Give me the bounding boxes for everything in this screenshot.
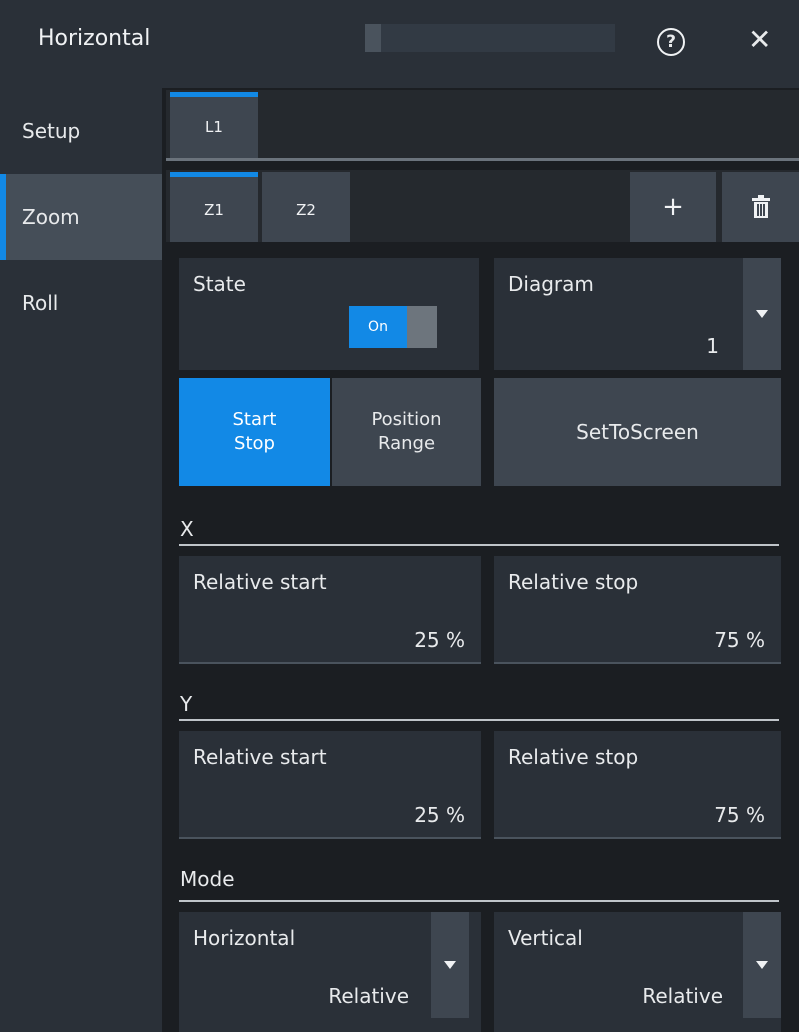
toggle-on-label: On: [349, 306, 407, 348]
position-range-line1: Position: [371, 409, 442, 430]
mode-section-title: Mode: [180, 867, 235, 891]
x-relative-start-value: 25 %: [414, 628, 465, 652]
horizontal-mode-label: Horizontal: [193, 926, 296, 950]
tab-z1[interactable]: Z1: [170, 172, 258, 242]
start-stop-line2: Stop: [234, 433, 275, 454]
x-relative-stop-label: Relative stop: [508, 570, 639, 594]
divider: [179, 544, 779, 546]
layout-tab-bar: L1: [166, 90, 799, 158]
vertical-mode-dropdown-button[interactable]: [743, 912, 781, 1018]
diagram-field[interactable]: Diagram 1: [494, 258, 781, 370]
position-range-line2: Range: [377, 433, 436, 454]
divider: [179, 719, 779, 721]
field-underline: [494, 662, 781, 664]
y-relative-start-value: 25 %: [414, 803, 465, 827]
dialog-title: Horizontal: [38, 26, 151, 51]
horizontal-mode-field[interactable]: Horizontal Relative: [179, 912, 481, 1032]
horizontal-mode-dropdown-button[interactable]: [431, 912, 469, 1018]
y-relative-stop-value: 75 %: [714, 803, 765, 827]
x-relative-stop-value: 75 %: [714, 628, 765, 652]
vertical-mode-value: Relative: [642, 984, 723, 1008]
state-field: State On: [179, 258, 479, 370]
diagram-dropdown-button[interactable]: [743, 258, 781, 370]
toggle-knob: [407, 306, 437, 348]
drag-handle[interactable]: [365, 24, 615, 52]
vertical-mode-label: Vertical: [508, 926, 583, 950]
x-relative-start-field[interactable]: Relative start 25 %: [179, 556, 481, 664]
start-stop-button[interactable]: Start Stop: [179, 378, 330, 486]
set-to-screen-button[interactable]: SetToScreen: [494, 378, 781, 486]
add-zoom-button[interactable]: +: [630, 172, 716, 242]
diagram-label: Diagram: [508, 272, 594, 296]
x-relative-start-label: Relative start: [193, 570, 327, 594]
close-icon[interactable]: ✕: [748, 24, 771, 56]
y-section-title: Y: [180, 692, 193, 716]
delete-zoom-button[interactable]: [722, 172, 799, 242]
position-range-button[interactable]: Position Range: [332, 378, 481, 486]
vertical-mode-field[interactable]: Vertical Relative: [494, 912, 781, 1032]
start-stop-line1: Start: [232, 409, 277, 430]
drag-grip-icon: [365, 24, 381, 52]
divider: [166, 158, 799, 161]
x-relative-stop-field[interactable]: Relative stop 75 %: [494, 556, 781, 664]
plus-icon: +: [662, 192, 684, 222]
sidebar-item-roll[interactable]: Roll: [0, 260, 162, 346]
field-underline: [494, 837, 781, 839]
tab-l1[interactable]: L1: [170, 92, 258, 158]
state-toggle[interactable]: On: [349, 306, 437, 348]
field-underline: [179, 662, 481, 664]
y-relative-stop-field[interactable]: Relative stop 75 %: [494, 731, 781, 839]
help-icon[interactable]: ?: [657, 28, 685, 56]
x-section-title: X: [180, 517, 194, 541]
sidebar: Setup Zoom Roll: [0, 88, 162, 1032]
horizontal-mode-value: Relative: [328, 984, 409, 1008]
trash-icon: [752, 195, 770, 218]
diagram-value: 1: [706, 334, 719, 358]
y-relative-start-field[interactable]: Relative start 25 %: [179, 731, 481, 839]
tab-z2[interactable]: Z2: [262, 172, 350, 242]
y-relative-stop-label: Relative stop: [508, 745, 639, 769]
field-underline: [179, 837, 481, 839]
y-relative-start-label: Relative start: [193, 745, 327, 769]
sidebar-item-setup[interactable]: Setup: [0, 88, 162, 174]
state-label: State: [193, 272, 246, 296]
zoom-tab-bar: Z1 Z2 +: [166, 170, 799, 242]
divider: [179, 900, 779, 902]
sidebar-item-zoom[interactable]: Zoom: [0, 174, 162, 260]
